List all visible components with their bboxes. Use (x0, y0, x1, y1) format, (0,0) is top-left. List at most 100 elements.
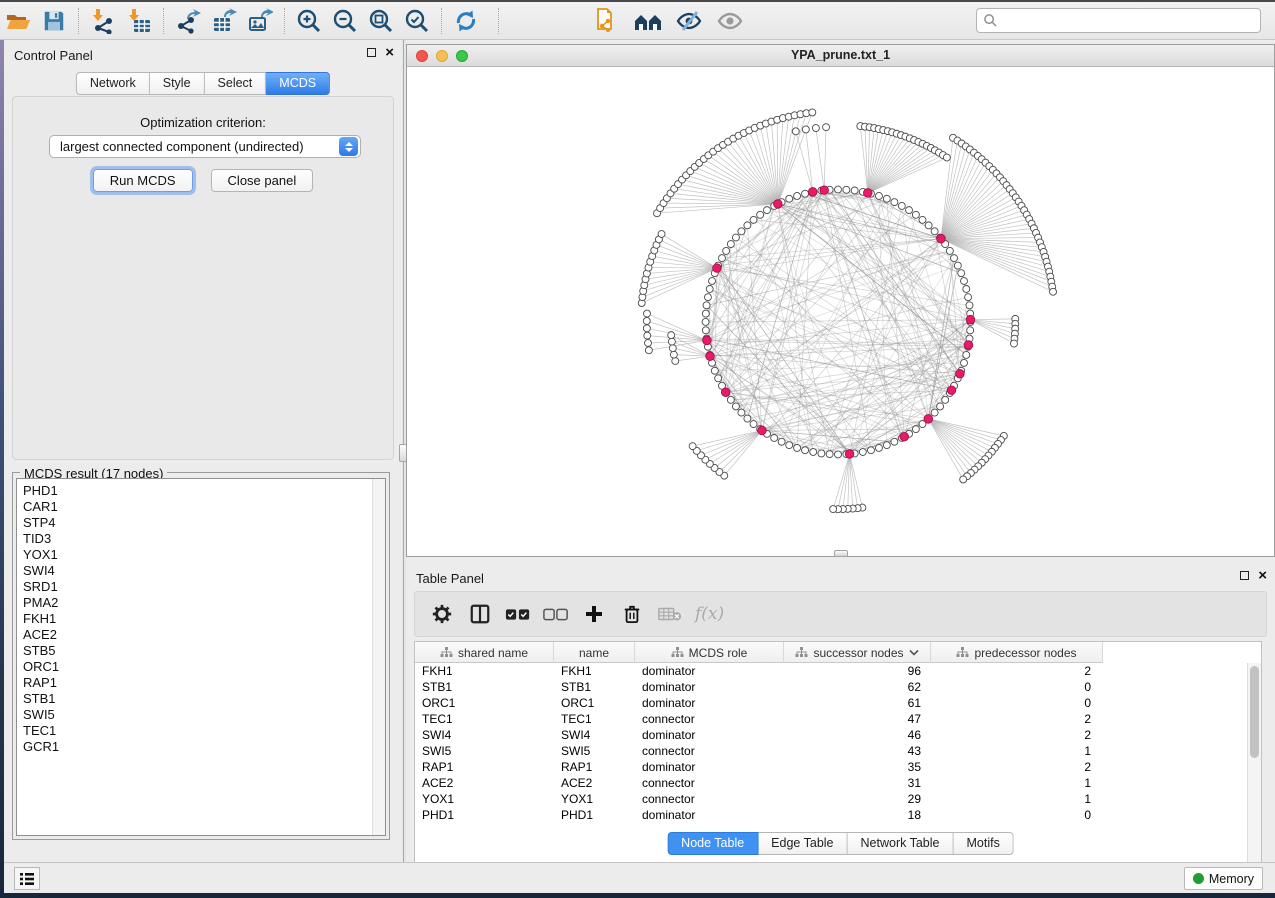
mcds-dominator-node[interactable] (947, 386, 956, 395)
network-node[interactable] (778, 438, 785, 445)
network-leaf-node[interactable] (1050, 288, 1057, 295)
mcds-dominator-node[interactable] (900, 432, 909, 441)
list-scrollbar[interactable] (372, 479, 385, 835)
open-session-button[interactable] (3, 7, 33, 35)
network-node[interactable] (703, 302, 710, 309)
network-node[interactable] (966, 302, 973, 309)
mcds-result-item[interactable]: TEC1 (23, 723, 59, 739)
show-all-button[interactable] (715, 7, 745, 35)
mcds-result-item[interactable]: SWI4 (23, 563, 59, 579)
network-node[interactable] (702, 327, 709, 334)
table-options-button[interactable] (429, 601, 455, 627)
network-leaf-node[interactable] (645, 347, 652, 354)
network-leaf-node[interactable] (802, 126, 809, 133)
network-leaf-node[interactable] (672, 358, 679, 365)
network-node[interactable] (744, 415, 751, 422)
table-row[interactable]: RAP1RAP1dominator352 (415, 759, 1247, 775)
mcds-dominator-node[interactable] (924, 415, 933, 424)
mcds-dominator-node[interactable] (721, 388, 730, 397)
column-header-shared-name[interactable]: shared name (415, 642, 554, 663)
table-row[interactable]: PHD1PHD1dominator180 (415, 807, 1247, 823)
network-leaf-node[interactable] (792, 128, 799, 135)
network-node[interactable] (843, 186, 850, 193)
hide-selected-button[interactable] (674, 7, 704, 35)
select-all-rows-button[interactable] (505, 601, 531, 627)
network-node[interactable] (925, 222, 932, 229)
mcds-dominator-node[interactable] (845, 450, 854, 459)
network-leaf-node[interactable] (668, 338, 675, 345)
network-node[interactable] (711, 367, 718, 374)
network-leaf-node[interactable] (670, 351, 677, 358)
mcds-result-item[interactable]: STP4 (23, 515, 59, 531)
network-node[interactable] (738, 228, 745, 235)
network-node[interactable] (912, 426, 919, 433)
tab-edge-table[interactable]: Edge Table (758, 832, 847, 855)
network-node[interactable] (961, 359, 968, 366)
mcds-result-item[interactable]: ORC1 (23, 659, 59, 675)
close-panel-icon[interactable]: × (385, 48, 394, 57)
network-leaf-node[interactable] (658, 231, 665, 238)
mcds-result-item[interactable]: STB1 (23, 691, 59, 707)
mcds-dominator-node[interactable] (864, 189, 873, 198)
mcds-dominator-node[interactable] (956, 369, 965, 378)
network-leaf-node[interactable] (669, 345, 676, 352)
toolbar-search[interactable] (976, 8, 1261, 33)
network-node[interactable] (875, 444, 882, 451)
import-table-button[interactable] (124, 7, 154, 35)
network-node[interactable] (718, 255, 725, 262)
network-node[interactable] (794, 192, 801, 199)
network-node[interactable] (757, 211, 764, 218)
mcds-result-item[interactable]: ACE2 (23, 627, 59, 643)
mcds-result-item[interactable]: PHD1 (23, 483, 59, 499)
network-leaf-node[interactable] (943, 154, 950, 161)
mcds-dominator-node[interactable] (966, 315, 975, 324)
network-node[interactable] (963, 286, 970, 293)
network-node[interactable] (771, 434, 778, 441)
zoom-fit-button[interactable] (366, 7, 396, 35)
network-node[interactable] (723, 247, 730, 254)
add-column-button[interactable] (581, 601, 607, 627)
export-image-button[interactable] (245, 7, 275, 35)
network-leaf-node[interactable] (960, 476, 967, 483)
export-network-button[interactable] (173, 7, 203, 35)
network-node[interactable] (963, 351, 970, 358)
network-node[interactable] (875, 192, 882, 199)
tab-style[interactable]: Style (150, 72, 205, 95)
network-node[interactable] (764, 207, 771, 214)
network-node[interactable] (954, 262, 961, 269)
show-columns-button[interactable] (467, 601, 493, 627)
network-node[interactable] (727, 396, 734, 403)
network-node[interactable] (706, 286, 713, 293)
table-scrollbar[interactable] (1247, 663, 1261, 892)
scrollbar-thumb[interactable] (1250, 666, 1259, 758)
network-node[interactable] (835, 186, 842, 193)
refresh-button[interactable] (451, 7, 481, 35)
run-mcds-button[interactable]: Run MCDS (93, 169, 193, 192)
zoom-in-button[interactable] (294, 7, 324, 35)
mcds-result-item[interactable]: SRD1 (23, 579, 59, 595)
export-table-button[interactable] (209, 7, 239, 35)
save-session-button[interactable] (39, 7, 69, 35)
mcds-result-item[interactable]: SWI5 (23, 707, 59, 723)
network-leaf-node[interactable] (644, 310, 651, 317)
network-leaf-node[interactable] (643, 325, 650, 332)
network-canvas[interactable] (407, 67, 1274, 556)
mcds-result-item[interactable]: YOX1 (23, 547, 59, 563)
mcds-dominator-node[interactable] (713, 264, 722, 273)
table-row[interactable]: FKH1FKH1dominator962 (415, 663, 1247, 679)
network-node[interactable] (965, 294, 972, 301)
mcds-dominator-node[interactable] (808, 188, 817, 197)
network-node[interactable] (786, 195, 793, 202)
mcds-dominator-node[interactable] (758, 426, 767, 435)
table-row[interactable]: SWI4SWI4dominator462 (415, 727, 1247, 743)
network-node[interactable] (750, 421, 757, 428)
network-leaf-node[interactable] (1011, 340, 1018, 347)
network-node[interactable] (931, 228, 938, 235)
tab-network-table[interactable]: Network Table (848, 832, 954, 855)
network-node[interactable] (750, 216, 757, 223)
network-node[interactable] (810, 449, 817, 456)
network-node[interactable] (732, 403, 739, 410)
network-leaf-node[interactable] (830, 506, 837, 513)
network-node[interactable] (891, 199, 898, 206)
table-row[interactable]: YOX1YOX1connector291 (415, 791, 1247, 807)
